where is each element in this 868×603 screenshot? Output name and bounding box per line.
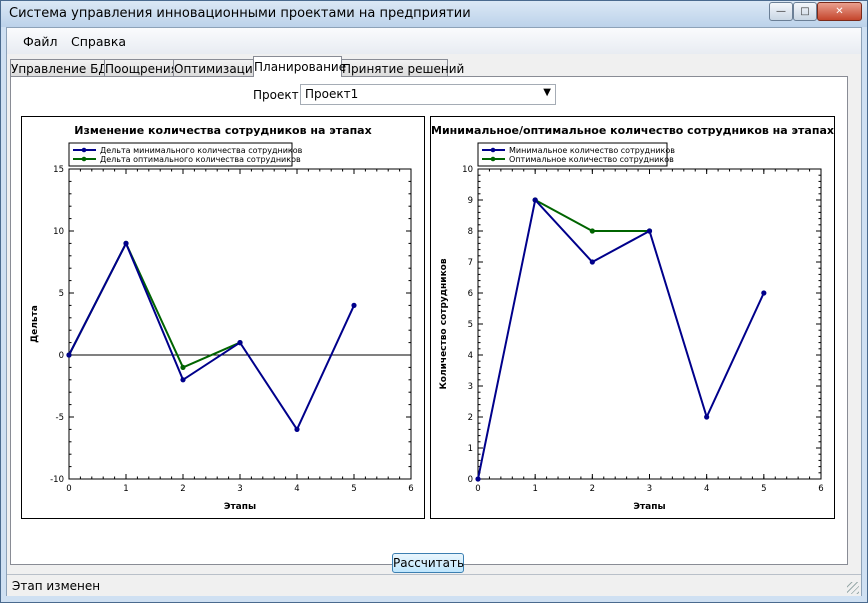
delta-series-0-point-0 [66, 352, 72, 358]
count-ytick-label-7: 7 [468, 258, 473, 268]
maximize-icon: □ [800, 6, 810, 17]
delta-xtick-label-1: 1 [123, 484, 128, 494]
maximize-button[interactable]: □ [793, 2, 817, 21]
count-series-1-point-1 [589, 228, 595, 234]
delta-ytick-label--10: -10 [50, 475, 64, 485]
count-ytick-label-4: 4 [468, 351, 473, 361]
planning-panel: Проект Проект1 ▼ Изменение количества со… [10, 76, 848, 573]
project-label: Проект [253, 88, 299, 102]
delta-legend: Дельта минимального количества сотрудник… [68, 142, 303, 167]
minimize-icon: — [776, 6, 786, 17]
count-ylabel: Количество сотрудников [439, 258, 449, 389]
delta-legend-label-1: Дельта оптимального количества сотрудник… [100, 155, 301, 164]
count-legend-label-0: Минимальное количество сотрудников [509, 146, 675, 155]
close-button[interactable]: ✕ [817, 2, 862, 21]
count-ytick-label-1: 1 [468, 444, 473, 454]
count-chart: Минимальное/оптимальное количество сотру… [430, 116, 835, 519]
count-series-0-point-1 [532, 197, 538, 203]
tab-rewards[interactable]: Поощрения [104, 59, 178, 76]
count-xtick-label-4: 4 [704, 484, 709, 494]
delta-series-0-point-3 [237, 340, 243, 346]
tab-optimization[interactable]: Оптимизация [173, 59, 260, 76]
delta-series-0-point-5 [351, 302, 357, 308]
delta-xtick-label-6: 6 [408, 484, 413, 494]
client-area: Файл Справка Управление БД Поощрения Опт… [6, 27, 862, 596]
count-series-0-point-2 [589, 259, 595, 265]
count-xtick-label-0: 0 [475, 484, 480, 494]
project-select-value: Проект1 [305, 87, 359, 101]
count-series-0-point-3 [646, 228, 653, 234]
minimize-button[interactable]: — [769, 2, 793, 21]
count-chart-svg: Минимальное/оптимальное количество сотру… [431, 124, 834, 512]
count-series-0-point-4 [704, 414, 710, 420]
delta-legend-label-0: Дельта минимального количества сотрудник… [100, 146, 303, 155]
tab-db-management[interactable]: Управление БД [10, 59, 108, 76]
count-xtick-label-2: 2 [590, 484, 595, 494]
count-ytick-label-6: 6 [468, 289, 473, 299]
delta-plot-area [68, 168, 412, 480]
delta-ytick-label--5: -5 [56, 413, 64, 423]
count-legend-marker-1 [490, 156, 496, 162]
delta-chart-svg: Изменение количества сотрудников на этап… [30, 124, 414, 512]
count-series-0-point-0 [475, 476, 481, 482]
delta-ylabel: Дельта [30, 305, 40, 343]
status-text: Этап изменен [12, 579, 101, 593]
count-chart-title: Минимальное/оптимальное количество сотру… [431, 124, 834, 137]
delta-series-0-point-1 [123, 240, 129, 246]
delta-xlabel: Этапы [224, 502, 256, 512]
delta-chart-title: Изменение количества сотрудников на этап… [74, 124, 371, 137]
count-ytick-label-2: 2 [468, 413, 473, 423]
delta-series-0-point-4 [294, 426, 300, 432]
menu-file[interactable]: Файл [23, 34, 58, 49]
count-ytick-label-10: 10 [462, 165, 473, 175]
menu-bar: Файл Справка [7, 28, 861, 54]
count-xtick-label-5: 5 [761, 484, 766, 494]
count-series-line-1 [534, 199, 650, 232]
delta-ytick-label-10: 10 [53, 227, 64, 237]
count-xtick-label-3: 3 [647, 484, 652, 494]
delta-series-line-0 [68, 241, 355, 432]
count-xlabel: Этапы [633, 502, 665, 512]
delta-xtick-label-3: 3 [237, 484, 242, 494]
tab-strip: Управление БД Поощрения Оптимизация План… [7, 56, 861, 78]
delta-chart: Изменение количества сотрудников на этап… [21, 116, 425, 519]
delta-xtick-label-5: 5 [351, 484, 356, 494]
project-select[interactable]: Проект1 ▼ [300, 84, 556, 105]
count-xtick-label-6: 6 [818, 484, 823, 494]
count-series-line-0 [477, 197, 765, 480]
delta-xtick-label-0: 0 [66, 484, 71, 494]
count-ytick-label-0: 0 [468, 475, 473, 485]
dropdown-arrow-icon: ▼ [543, 87, 551, 98]
count-ytick-label-5: 5 [468, 320, 473, 330]
delta-ytick-label-0: 0 [59, 351, 64, 361]
count-ytick-label-3: 3 [468, 382, 473, 392]
count-ytick-label-8: 8 [468, 227, 473, 237]
count-xtick-label-1: 1 [532, 484, 537, 494]
delta-xtick-label-2: 2 [180, 484, 185, 494]
window-title: Система управления инновационными проект… [9, 6, 471, 21]
delta-ytick-label-15: 15 [53, 165, 64, 175]
count-legend: Минимальное количество сотрудниковОптима… [477, 142, 675, 167]
delta-legend-marker-1 [81, 156, 87, 162]
delta-ytick-label-5: 5 [59, 289, 64, 299]
calculate-button[interactable]: Рассчитать [392, 553, 464, 573]
status-bar: Этап изменен [7, 574, 861, 596]
delta-legend-marker-0 [81, 147, 87, 153]
title-bar[interactable]: Система управления инновационными проект… [1, 1, 867, 27]
close-icon: ✕ [835, 6, 844, 17]
resize-grip-icon[interactable] [847, 582, 859, 594]
count-ytick-label-9: 9 [468, 196, 473, 206]
count-series-0-point-5 [761, 290, 767, 296]
delta-xtick-label-4: 4 [294, 484, 299, 494]
tab-decision-making[interactable]: Принятие решений [341, 59, 464, 76]
tab-planning[interactable]: Планирование [253, 56, 346, 77]
count-plot-area [477, 168, 822, 480]
menu-help[interactable]: Справка [71, 34, 126, 49]
delta-series-0-point-2 [180, 377, 186, 383]
app-window: Система управления инновационными проект… [0, 0, 868, 603]
count-legend-label-1: Оптимальное количество сотрудников [509, 155, 674, 164]
delta-series-1-point-2 [180, 364, 186, 370]
count-legend-marker-0 [490, 147, 496, 153]
